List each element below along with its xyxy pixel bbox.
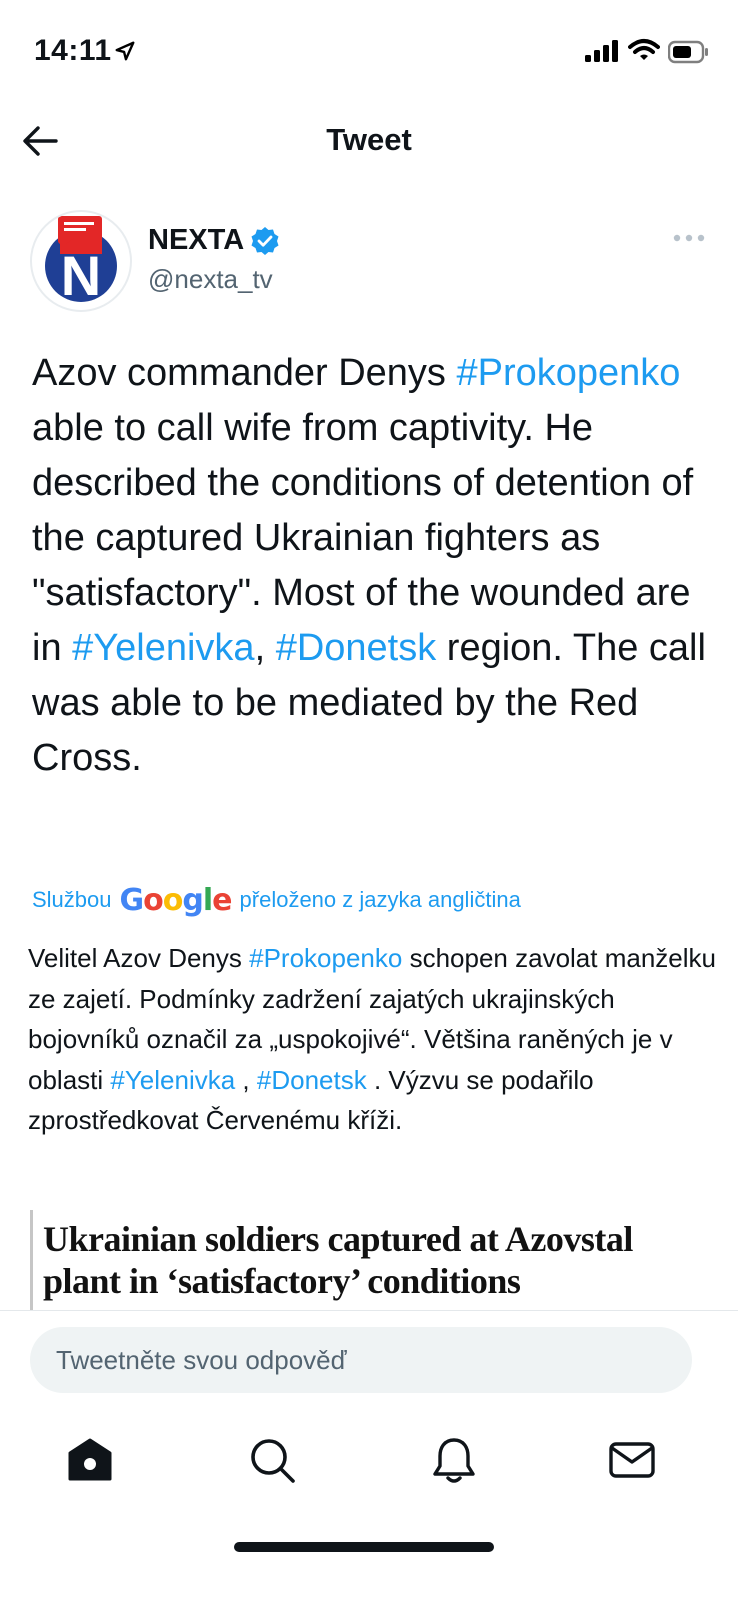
hashtag-link[interactable]: #Prokopenko (457, 352, 681, 394)
translated-text-segment: Velitel Azov Denys (28, 943, 250, 973)
avatar[interactable]: N (30, 210, 132, 312)
tab-bar (0, 1410, 738, 1510)
verified-badge-icon (251, 227, 279, 255)
hashtag-link[interactable]: #Donetsk (257, 1065, 367, 1095)
mail-icon[interactable] (606, 1434, 658, 1486)
tweet-text-segment: Azov commander Denys (32, 352, 457, 394)
translated-text-segment: , (235, 1064, 257, 1095)
search-icon[interactable] (246, 1434, 298, 1486)
home-indicator[interactable] (234, 1542, 494, 1552)
ellipsis-icon[interactable] (672, 232, 706, 244)
page-title: Tweet (326, 122, 412, 157)
bell-icon[interactable] (428, 1434, 480, 1486)
author-name[interactable]: NEXTA (148, 224, 244, 257)
hashtag-link[interactable]: #Yelenivka (72, 627, 254, 669)
reply-bar (0, 1310, 738, 1402)
google-logo: Google (119, 882, 233, 918)
author-handle[interactable]: @nexta_tv (148, 264, 273, 295)
avatar-letter: N (61, 244, 101, 307)
nexta-logo: N (45, 216, 117, 307)
status-bar: 14:11 (0, 0, 738, 100)
translation-prefix: Službou (32, 887, 112, 912)
hashtag-link[interactable]: #Donetsk (276, 627, 437, 669)
home-icon[interactable] (64, 1434, 116, 1486)
location-arrow-icon (115, 41, 135, 61)
tweet-header: Tweet (0, 100, 738, 190)
tweet-text-segment: , (254, 627, 276, 669)
card-headline: Ukrainian soldiers captured at Azovstal … (43, 1219, 633, 1301)
hashtag-link[interactable]: #Yelenivka (110, 1065, 235, 1095)
hashtag-link[interactable]: #Prokopenko (249, 943, 402, 973)
link-preview-card[interactable]: Ukrainian soldiers captured at Azovstal … (30, 1210, 710, 1310)
translation-suffix: přeloženo z jazyka angličtina (239, 887, 521, 912)
battery-icon (668, 40, 708, 64)
wifi-icon (628, 39, 660, 60)
reply-input[interactable] (30, 1327, 692, 1393)
status-time: 14:11 (34, 34, 112, 67)
translation-attribution[interactable]: Službou Google přeloženo z jazyka anglič… (32, 880, 722, 920)
signal-icon (585, 40, 618, 62)
tweet-author: N NEXTA @nexta_tv (0, 208, 738, 312)
tweet-text: Azov commander Denys #Prokopenko able to… (32, 346, 722, 786)
translated-text: Velitel Azov Denys #Prokopenko schopen z… (28, 938, 718, 1141)
